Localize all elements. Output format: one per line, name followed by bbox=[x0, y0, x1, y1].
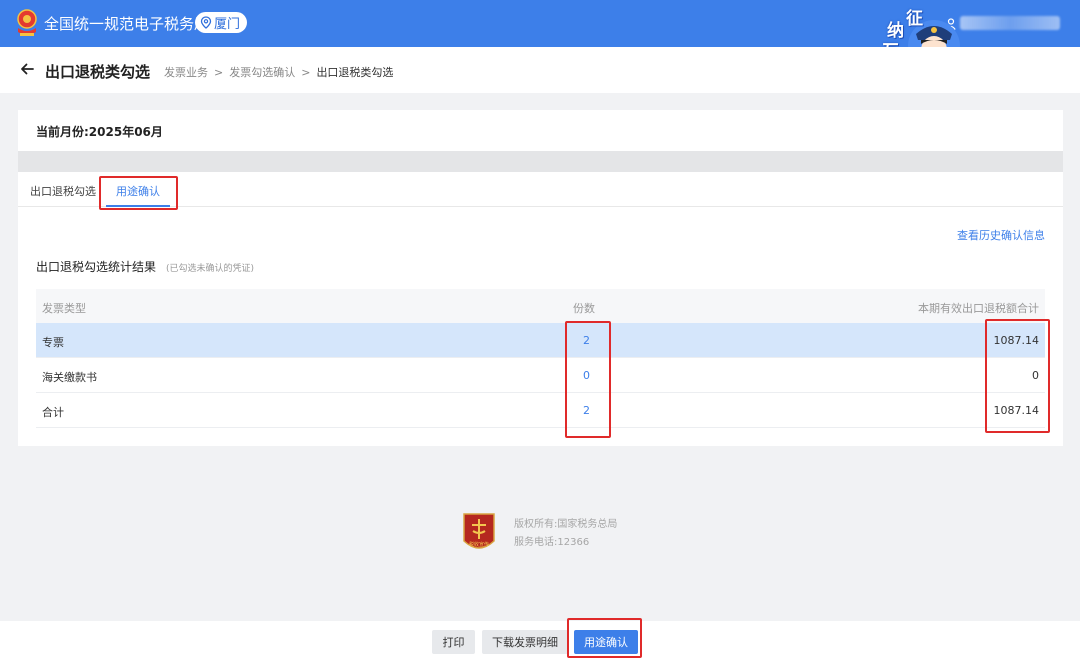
tax-promo-logo-icon: 税收宣传 bbox=[461, 511, 497, 555]
cell-invoice-type: 专票 bbox=[42, 336, 64, 349]
user-name-blurred[interactable] bbox=[960, 16, 1060, 30]
mascot-char-1: 征 bbox=[906, 9, 923, 29]
current-month-card: 当前月份:2025年06月 bbox=[18, 110, 1063, 151]
tab-purpose-confirm[interactable]: 用途确认 bbox=[116, 183, 160, 199]
main-card: 出口退税勾选 用途确认 查看历史确认信息 出口退税勾选统计结果 (已勾选未确认的… bbox=[18, 172, 1063, 446]
history-confirm-link[interactable]: 查看历史确认信息 bbox=[957, 227, 1045, 243]
print-button[interactable]: 打印 bbox=[432, 630, 475, 654]
current-month-label: 当前月份:2025年06月 bbox=[36, 125, 163, 139]
header-invoice-type: 发票类型 bbox=[42, 302, 86, 315]
copyright-text: 版权所有:国家税务总局 bbox=[514, 519, 618, 530]
breadcrumb-item-invoice-check[interactable]: 发票勾选确认 bbox=[229, 64, 295, 80]
section-title: 出口退税勾选统计结果 bbox=[36, 260, 157, 274]
divider-strip bbox=[18, 151, 1063, 172]
cell-amount: 0 bbox=[1032, 369, 1039, 382]
confirm-purpose-button[interactable]: 用途确认 bbox=[574, 630, 638, 654]
table-row[interactable]: 海关缴款书 0 0 bbox=[36, 358, 1045, 393]
cell-count-link[interactable]: 2 bbox=[583, 334, 613, 347]
page-header: 出口退税类勾选 发票业务 > 发票勾选确认 > 出口退税类勾选 bbox=[0, 47, 1080, 93]
cell-amount: 1087.14 bbox=[993, 404, 1040, 417]
breadcrumb-item-invoice-business[interactable]: 发票业务 bbox=[164, 64, 208, 80]
table-row[interactable]: 合计 2 1087.14 bbox=[36, 393, 1045, 428]
download-details-button[interactable]: 下载发票明细 bbox=[482, 630, 568, 654]
footer-info: 版权所有:国家税务总局 服务电话:12366 bbox=[514, 516, 617, 552]
stats-table: 发票类型 份数 本期有效出口退税额合计 专票 2 1087.14 海关缴款书 0… bbox=[36, 289, 1045, 428]
active-tab-indicator bbox=[106, 205, 170, 207]
header-count: 份数 bbox=[573, 302, 595, 315]
city-label: 厦门 bbox=[214, 17, 241, 32]
breadcrumb: 发票业务 > 发票勾选确认 > 出口退税类勾选 bbox=[164, 64, 393, 80]
cell-count-link[interactable]: 0 bbox=[583, 369, 613, 382]
header-amount: 本期有效出口退税额合计 bbox=[918, 302, 1039, 315]
logo-text: 税收宣传 bbox=[469, 541, 489, 548]
back-arrow-icon[interactable] bbox=[19, 61, 35, 81]
tax-emblem-icon bbox=[14, 8, 40, 38]
tab-export-rebate-select[interactable]: 出口退税勾选 bbox=[30, 183, 96, 199]
breadcrumb-item-current: 出口退税类勾选 bbox=[316, 66, 394, 79]
location-pin-icon bbox=[200, 16, 212, 29]
tab-bar: 出口退税勾选 用途确认 bbox=[18, 172, 1063, 207]
city-selector[interactable]: 厦门 bbox=[195, 12, 248, 33]
page-title: 出口退税类勾选 bbox=[45, 63, 151, 81]
action-bar: 打印 下载发票明细 用途确认 bbox=[0, 621, 1080, 661]
chevron-right-icon: > bbox=[301, 65, 311, 79]
cell-count-link[interactable]: 2 bbox=[583, 404, 613, 417]
site-title: 全国统一规范电子税务局 bbox=[44, 15, 210, 33]
section-note: (已勾选未确认的凭证) bbox=[166, 264, 255, 274]
cell-amount: 1087.14 bbox=[993, 334, 1040, 347]
cell-invoice-type: 合计 bbox=[42, 406, 64, 419]
table-row[interactable]: 专票 2 1087.14 bbox=[36, 323, 1045, 358]
table-header-row: 发票类型 份数 本期有效出口退税额合计 bbox=[36, 289, 1045, 323]
cell-invoice-type: 海关缴款书 bbox=[42, 371, 97, 384]
chevron-right-icon: > bbox=[214, 65, 224, 79]
service-phone-text: 服务电话:12366 bbox=[514, 537, 590, 548]
